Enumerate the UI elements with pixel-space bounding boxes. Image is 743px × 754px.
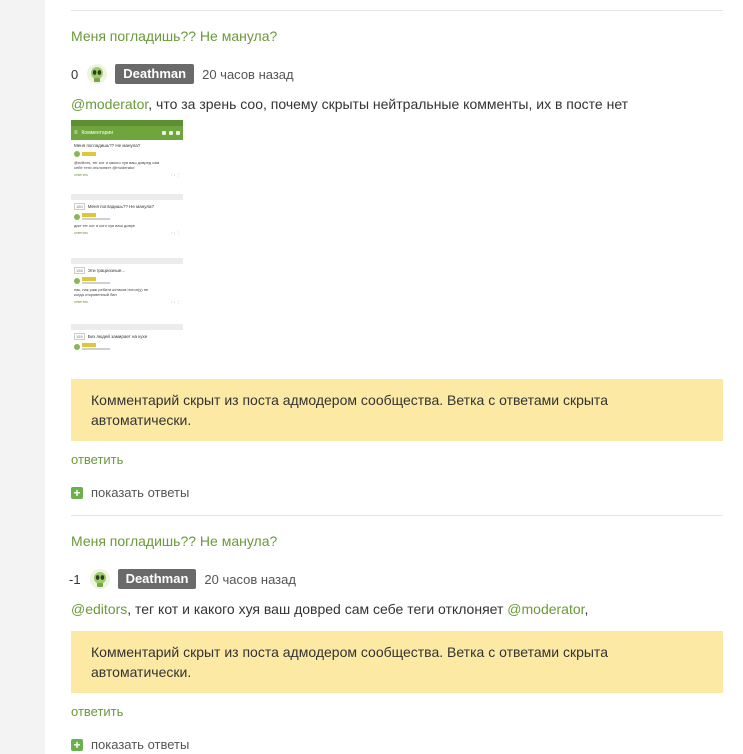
avatar[interactable] (87, 64, 108, 84)
comment-meta: -1 Deathman 20 часов назад (69, 568, 296, 590)
phone-card-number: 160 (74, 203, 85, 210)
show-replies-button[interactable]: + показать ответы (71, 737, 189, 752)
phone-avatar (74, 277, 80, 284)
phone-actions: ↑ ↓ ⋮ (171, 173, 180, 177)
phone-card-title: Меня погладишь?? Не манула? (74, 143, 141, 148)
comment-timestamp[interactable]: 20 часов назад (202, 67, 294, 82)
plus-icon: + (71, 486, 83, 499)
plus-icon: + (71, 738, 83, 751)
phone-user-meta (82, 348, 110, 350)
phone-avatar (74, 151, 80, 157)
phone-reply: ответить (74, 231, 89, 235)
show-replies-button[interactable]: + показать ответы (71, 485, 189, 500)
alien-avatar-icon (91, 67, 104, 82)
show-replies-label: показать ответы (91, 737, 190, 752)
comment-meta: 0 Deathman 20 часов назад (71, 63, 294, 85)
alien-avatar-icon (93, 572, 106, 587)
phone-action-icon (162, 131, 166, 135)
phone-avatar (74, 213, 80, 220)
phone-user-badge (82, 213, 96, 217)
phone-user-meta (82, 218, 110, 220)
author-badge[interactable]: Deathman (115, 64, 195, 84)
post-title-link[interactable]: Меня погладишь?? Не манула? (71, 533, 277, 549)
mention-link[interactable]: @moderator (507, 601, 584, 617)
phone-card-text: @editors, тег кот и какого хуя ваш довре… (74, 160, 160, 170)
top-divider (71, 10, 723, 11)
phone-card-title: Меня погладишь?? Не манула? (87, 204, 154, 209)
phone-comment-card: 155 Без людей замирает на кухе (71, 330, 183, 372)
phone-user-meta (82, 282, 110, 284)
phone-card-title: Без людей замирает на кухе (87, 334, 148, 339)
phone-actions: ↑ ↓ ⋮ (171, 300, 180, 304)
phone-card-number: 158 (74, 267, 85, 274)
mention-link[interactable]: @editors (71, 601, 127, 617)
comment-divider (71, 515, 723, 516)
comment-text: @moderator, что за зрень соо, почему скр… (71, 96, 628, 112)
comment-image[interactable]: ≡ Комментарии Меня погладишь?? Не манула… (71, 120, 183, 372)
phone-app-title: Комментарии (81, 130, 114, 136)
comment-rating: -1 (69, 571, 81, 587)
comment-text-body: , что за зрень соо, почему скрыты нейтра… (148, 96, 629, 112)
comment-text-end: , (584, 601, 589, 617)
menu-icon: ≡ (74, 130, 78, 136)
reply-button[interactable]: ответить (71, 704, 123, 719)
phone-comment-card: Меня погладишь?? Не манула? @editors, те… (71, 140, 183, 194)
phone-user-badge (82, 277, 96, 281)
phone-user-badge (82, 343, 96, 347)
phone-actions: ↑ ↓ ⋮ (171, 231, 180, 235)
author-badge[interactable]: Deathman (117, 569, 197, 589)
phone-user-badge (82, 152, 96, 156)
comment-text: @editors, тег кот и какого хуя ваш доврe… (71, 601, 588, 617)
avatar[interactable] (89, 569, 110, 589)
hidden-comment-notice: Комментарий скрыт из поста адмодером соо… (71, 631, 723, 693)
mention-link[interactable]: @moderator (71, 96, 148, 112)
phone-card-title: Эти грациозные... (87, 268, 125, 273)
hidden-comment-notice: Комментарий скрыт из поста адмодером соо… (71, 379, 723, 441)
show-replies-label: показать ответы (91, 485, 190, 500)
left-sidebar-strip (0, 0, 45, 754)
post-title-link[interactable]: Меня погладишь?? Не манула? (71, 28, 277, 44)
phone-card-number: 155 (74, 333, 85, 340)
phone-more-icon (176, 131, 180, 135)
phone-card-text: дые тег кот и кого хуя ваш довре (74, 223, 136, 228)
phone-reply: ответить (74, 173, 89, 177)
phone-action-icon (169, 131, 173, 135)
phone-avatar (74, 343, 80, 350)
reply-button[interactable]: ответить (71, 452, 123, 467)
comment-timestamp[interactable]: 20 часов назад (204, 572, 296, 587)
phone-comment-card: 158 Эти грациозные... пак, пак ржж ребята… (71, 264, 183, 324)
phone-reply: ответить (74, 300, 89, 304)
comment-text-body: , тег кот и какого хуя ваш доврed сам се… (127, 601, 508, 617)
phone-comment-card: 160 Меня погладишь?? Не манула? дые тег к… (71, 200, 183, 258)
comment-rating: 0 (71, 66, 79, 82)
phone-card-text: пак, пак ржж ребята котиков потоп(у) не к… (74, 287, 149, 297)
phone-app-bar: ≡ Комментарии (71, 126, 183, 140)
